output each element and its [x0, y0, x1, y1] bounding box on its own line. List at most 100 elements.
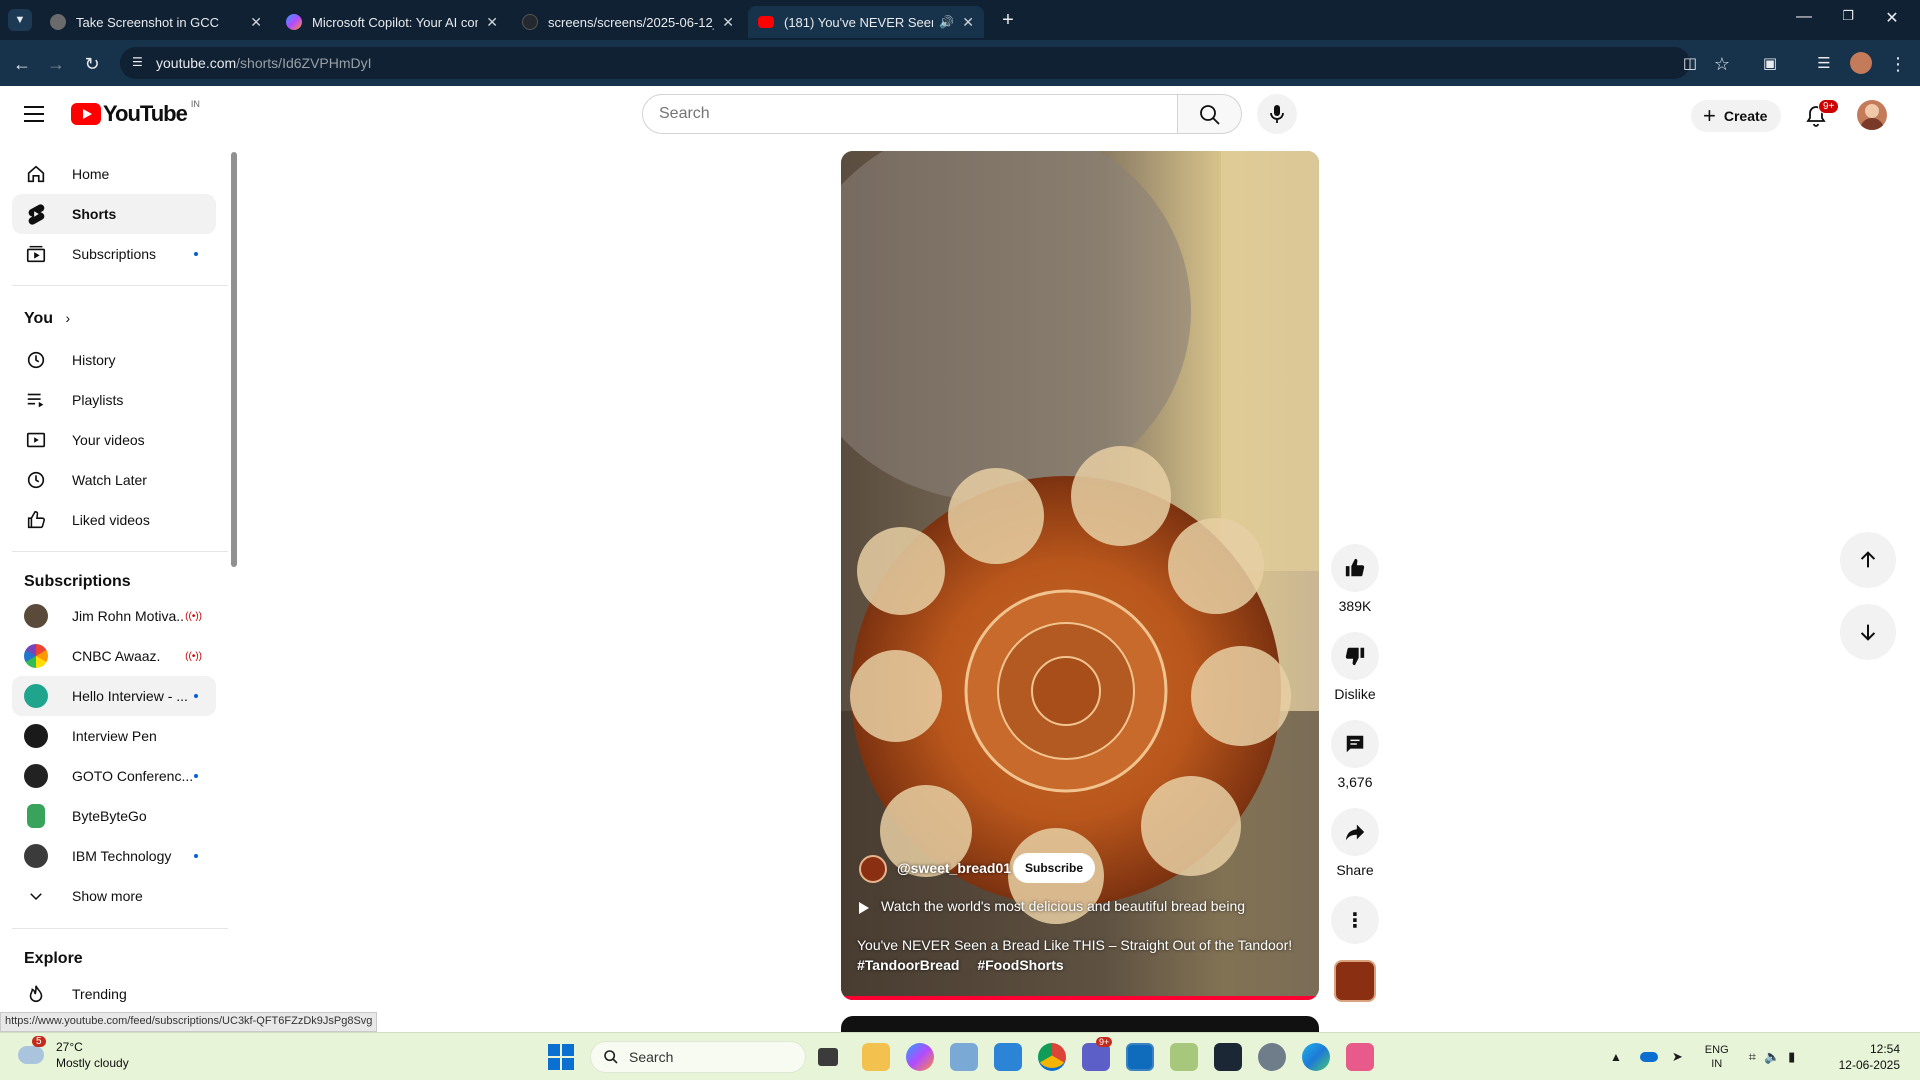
comments-action[interactable]: 3,676	[1330, 720, 1380, 790]
browser-tab[interactable]: screens/screens/2025-06-12_09 ✕	[512, 6, 744, 38]
back-icon[interactable]: ←	[8, 50, 36, 78]
copilot-app-icon[interactable]	[906, 1043, 934, 1071]
sidebar-item-history[interactable]: History	[12, 340, 216, 380]
tab-list-dropdown-icon[interactable]: ▼	[8, 9, 32, 31]
sidebar-item-watch-later[interactable]: Watch Later	[12, 460, 216, 500]
close-window-icon[interactable]: ✕	[1872, 8, 1912, 32]
hashtag-link[interactable]: #TandoorBread	[857, 957, 959, 973]
sidebar-item-shorts[interactable]: Shorts	[12, 194, 216, 234]
address-bar[interactable]: ☰ youtube.com/shorts/Id6ZVPHmDyI	[120, 47, 1690, 79]
bookmark-star-icon[interactable]: ☆	[1708, 50, 1736, 78]
sidebar-item-subscriptions[interactable]: Subscriptions	[12, 234, 216, 274]
previous-short-button[interactable]	[1840, 532, 1896, 588]
close-tab-icon[interactable]: ✕	[722, 14, 734, 31]
sidebar-show-more[interactable]: Show more	[12, 876, 216, 916]
edge-app-icon[interactable]	[1302, 1043, 1330, 1071]
sidebar-subscription-item[interactable]: GOTO Conferenc...	[12, 756, 216, 796]
sidebar-item-your-videos[interactable]: Your videos	[12, 420, 216, 460]
media-control-icon[interactable]: ☰	[1810, 50, 1838, 78]
task-view-icon[interactable]	[818, 1048, 838, 1066]
sidebar-item-liked-videos[interactable]: Liked videos	[12, 500, 216, 540]
dislike-button[interactable]	[1331, 632, 1379, 680]
account-avatar[interactable]	[1857, 100, 1887, 130]
like-action[interactable]: 389K	[1330, 544, 1380, 614]
battery-icon[interactable]: ▮	[1788, 1049, 1795, 1065]
chevron-up-icon[interactable]: ▲	[1610, 1050, 1622, 1064]
short-channel-avatar[interactable]	[859, 855, 887, 883]
sidebar-subscription-item[interactable]: Interview Pen	[12, 716, 216, 756]
sidebar-subscription-item[interactable]: CNBC Awaaz. ((•))	[12, 636, 216, 676]
sidebar-item-trending[interactable]: Trending	[12, 974, 216, 1014]
page-scrollbar[interactable]	[1912, 142, 1920, 1014]
audio-playing-icon[interactable]: 🔊	[939, 15, 954, 29]
share-button[interactable]	[1331, 808, 1379, 856]
terminal-app-icon[interactable]	[1214, 1043, 1242, 1071]
taskbar-search[interactable]: Search	[590, 1041, 806, 1073]
notifications-button[interactable]: 9+	[1802, 98, 1840, 130]
sidebar-subscription-item[interactable]: Jim Rohn Motiva... ((•))	[12, 596, 216, 636]
sidebar-subscription-item[interactable]: Hello Interview - ...	[12, 676, 216, 716]
channel-name: ByteByteGo	[72, 808, 147, 824]
browser-menu-icon[interactable]: ⋮	[1884, 50, 1912, 78]
next-short-button[interactable]	[1840, 604, 1896, 660]
sound-channel-thumbnail[interactable]	[1334, 960, 1376, 1002]
forward-icon[interactable]: →	[42, 50, 70, 78]
search-input[interactable]	[642, 94, 1178, 134]
browser-tab[interactable]: Microsoft Copilot: Your AI comp ✕	[276, 6, 508, 38]
share-action[interactable]: Share	[1330, 808, 1380, 878]
install-app-icon[interactable]: ◫	[1676, 50, 1704, 78]
more-actions[interactable]: ⋮	[1330, 896, 1380, 944]
short-channel-name[interactable]: @sweet_bread01	[897, 860, 1011, 876]
chrome-app-icon[interactable]	[1038, 1043, 1066, 1071]
location-icon[interactable]: ➤	[1672, 1049, 1683, 1065]
sidebar-item-playlists[interactable]: Playlists	[12, 380, 216, 420]
browser-tab-active[interactable]: (181) You've NEVER Seen a 🔊 ✕	[748, 6, 984, 38]
file-explorer-icon[interactable]	[862, 1043, 890, 1071]
outlook-app-icon[interactable]	[1126, 1043, 1154, 1071]
subscribe-button[interactable]: Subscribe	[1013, 853, 1096, 883]
sidebar-subscription-item[interactable]: IBM Technology	[12, 836, 216, 876]
shorts-video-player[interactable]: @sweet_bread01 Subscribe Watch the world…	[841, 151, 1319, 1000]
video-progress-bar[interactable]	[841, 996, 1319, 1000]
settings-app-icon[interactable]	[1258, 1043, 1286, 1071]
hashtag-link[interactable]: #FoodShorts	[977, 957, 1063, 973]
youtube-logo[interactable]: YouTube IN	[71, 99, 200, 126]
volume-icon[interactable]: 🔈	[1764, 1049, 1780, 1065]
excel-app-icon[interactable]	[1170, 1043, 1198, 1071]
like-button[interactable]	[1331, 544, 1379, 592]
restore-window-icon[interactable]: ❐	[1828, 8, 1868, 32]
more-options-button[interactable]: ⋮	[1331, 896, 1379, 944]
comments-button[interactable]	[1331, 720, 1379, 768]
store-app-icon[interactable]	[994, 1043, 1022, 1071]
windows-start-icon[interactable]	[548, 1044, 574, 1070]
extensions-icon[interactable]: ▣	[1756, 50, 1784, 78]
close-tab-icon[interactable]: ✕	[962, 14, 974, 31]
system-clock[interactable]: 12:54 12-06-2025	[1836, 1041, 1900, 1073]
sidebar-scrollbar-thumb[interactable]	[231, 152, 237, 567]
snipping-tool-icon[interactable]	[1346, 1043, 1374, 1071]
short-description[interactable]: Watch the world's most delicious and bea…	[881, 898, 1245, 914]
reload-icon[interactable]: ↻	[78, 50, 106, 78]
media-app-icon[interactable]	[950, 1043, 978, 1071]
close-tab-icon[interactable]: ✕	[486, 14, 498, 31]
search-button[interactable]	[1178, 94, 1242, 134]
hamburger-menu-icon[interactable]	[24, 106, 44, 122]
browser-tab[interactable]: Take Screenshot in GCC ✕	[40, 6, 272, 38]
onedrive-icon[interactable]	[1639, 1052, 1658, 1062]
teams-app-icon[interactable]: 9+	[1082, 1037, 1113, 1071]
close-tab-icon[interactable]: ✕	[250, 14, 262, 31]
profile-avatar-icon[interactable]	[1850, 52, 1872, 74]
wifi-icon[interactable]: ⌗	[1749, 1049, 1756, 1065]
create-button[interactable]: + Create	[1691, 100, 1782, 132]
site-info-icon[interactable]: ☰	[132, 55, 143, 69]
language-indicator[interactable]: ENG IN	[1705, 1043, 1729, 1071]
minimize-window-icon[interactable]: —	[1784, 8, 1824, 32]
sidebar-you-heading[interactable]: You ›	[24, 310, 70, 328]
sidebar-item-home[interactable]: Home	[12, 154, 216, 194]
new-tab-button[interactable]: +	[994, 6, 1022, 34]
voice-search-button[interactable]	[1257, 94, 1297, 134]
play-description-icon[interactable]	[859, 902, 869, 914]
sidebar-subscription-item[interactable]: ByteByteGo	[12, 796, 216, 836]
dislike-action[interactable]: Dislike	[1330, 632, 1380, 702]
weather-widget[interactable]: 5 27°C Mostly cloudy	[18, 1036, 129, 1071]
